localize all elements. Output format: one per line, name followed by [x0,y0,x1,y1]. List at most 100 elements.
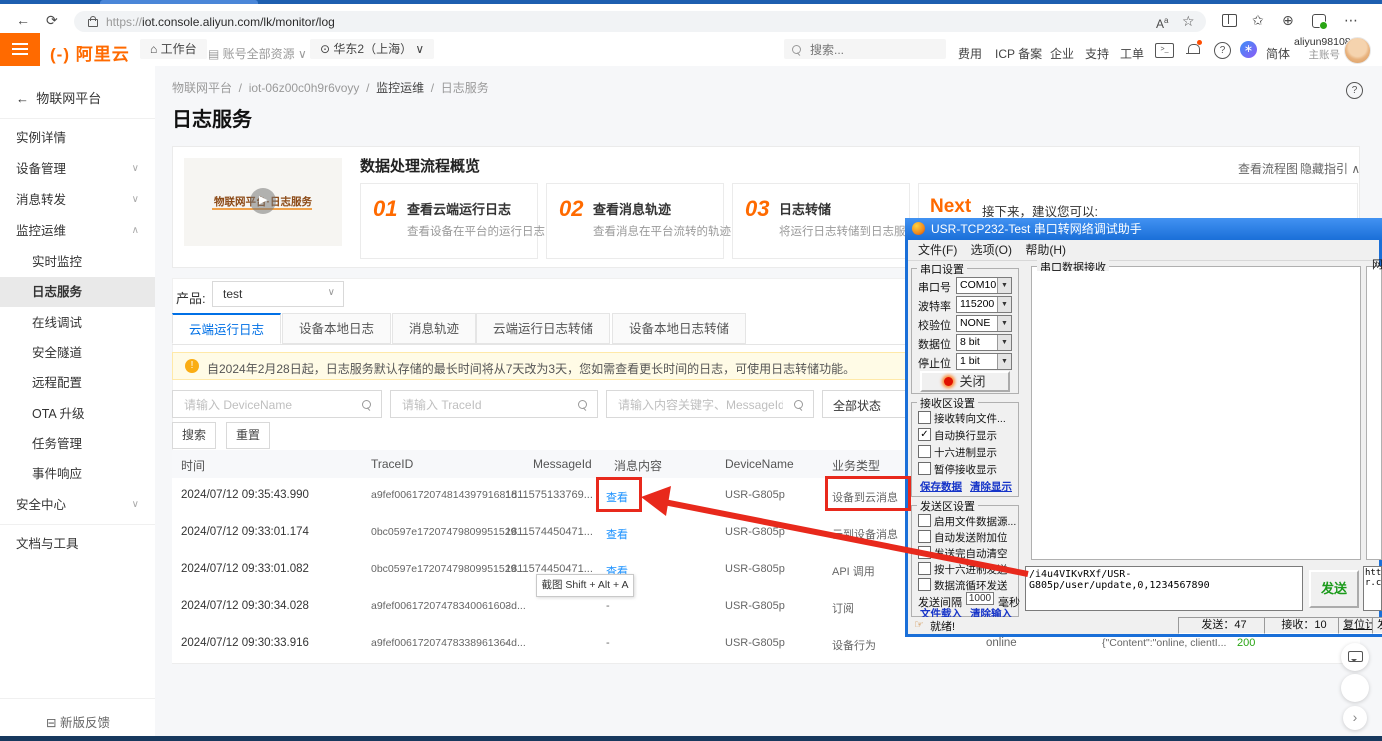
browser-menu-icon[interactable]: ⋯ [1344,12,1358,28]
sidebar-item-ota[interactable]: OTA 升级 [0,399,155,429]
avatar[interactable] [1344,37,1371,64]
sidebar-item-msg-forward[interactable]: 消息转发∨ [0,185,155,215]
sidebar-item-instance[interactable]: 实例详情 [0,123,155,153]
stop-bits-select[interactable]: 1 bit▼ [956,353,1012,370]
trace-id-input[interactable] [400,397,554,413]
read-aloud-icon[interactable]: Aa [1156,13,1168,32]
baud-rate-select[interactable]: 115200▼ [956,296,1012,313]
sidebar-back[interactable]: ← 物联网平台 [0,84,155,114]
checkbox[interactable] [918,411,931,424]
send-input[interactable]: /i4u4VIKvRXf/USR-G805p/user/update,0,123… [1025,566,1303,611]
com-port-select[interactable]: COM10▼ [956,277,1012,294]
ai-assistant-button[interactable]: ∗ [1341,674,1369,702]
checkbox[interactable] [918,578,931,591]
keyword-input[interactable] [616,397,785,413]
sidebar-item-docs-tools[interactable]: 文档与工具 [0,529,155,559]
trace-id-filter[interactable] [390,390,598,418]
search-icon[interactable] [362,400,371,409]
search-icon[interactable] [794,400,803,409]
serial-close-button[interactable]: 关闭 [920,371,1010,392]
sidebar-item-realtime-monitor[interactable]: 实时监控 [0,247,155,277]
guide-step-3[interactable]: 03 日志转储 将运行日志转储到日志服务中 [732,183,910,259]
back-icon[interactable]: ← [16,12,30,28]
language-selector[interactable]: 简体 [1266,45,1290,62]
parity-select[interactable]: NONE▼ [956,315,1012,332]
tab-cloud-log[interactable]: 云端运行日志 [172,313,281,344]
serial-receive-textarea[interactable] [1034,271,1358,557]
product-select[interactable]: test ∨ [212,281,344,307]
region-selector[interactable]: ⊙ 华东2（上海） ∨ [310,39,434,59]
search-icon[interactable] [578,400,587,409]
split-screen-icon[interactable] [1222,14,1237,27]
page-help-icon[interactable]: ? [1346,82,1363,99]
usr-menu-help[interactable]: 帮助(H) [1025,243,1066,257]
checkbox[interactable] [918,562,931,575]
console-search[interactable] [784,39,946,59]
usr-menu-options[interactable]: 选项(O) [971,243,1012,257]
expand-chevron-button[interactable]: › [1343,706,1367,730]
console-search-input[interactable] [808,42,932,58]
flow-chart-link[interactable]: 查看流程图 [1238,160,1298,177]
browser-essentials-icon[interactable] [1312,14,1326,28]
usr-window-titlebar[interactable]: USR-TCP232-Test 串口转网络调试助手 [905,218,1382,240]
menu-icp[interactable]: ICP 备案 [995,45,1042,62]
checkbox[interactable] [918,445,931,458]
guide-step-1[interactable]: 01 查看云端运行日志 查看设备在平台的运行日志 [360,183,538,259]
tab-message-trace[interactable]: 消息轨迹 [392,313,476,344]
sidebar-item-monitor-ops[interactable]: 监控运维∧ [0,216,155,246]
search-button[interactable]: 搜索 [172,422,216,449]
sidebar-item-task-mgmt[interactable]: 任务管理 [0,429,155,459]
checkbox[interactable] [918,530,931,543]
feedback-chat-button[interactable] [1341,643,1369,671]
breadcrumb[interactable]: 物联网平台 / iot-06z00c0h9r6voyy / 监控运维 / 日志服… [172,79,489,96]
checkbox[interactable] [918,428,931,441]
address-bar[interactable]: https://iot.console.aliyun.com/lk/monito… [74,11,1206,32]
tab-device-local-log-dump[interactable]: 设备本地日志转储 [612,313,746,344]
sidebar-item-online-debug[interactable]: 在线调试 [0,308,155,338]
clear-display-link[interactable]: 清除显示 [970,479,1012,494]
checkbox[interactable] [918,462,931,475]
products-menu-icon[interactable] [0,33,40,66]
save-data-link[interactable]: 保存数据 [920,479,962,494]
interval-input[interactable]: 1000 [966,592,994,605]
data-bits-select[interactable]: 8 bit▼ [956,334,1012,351]
menu-support[interactable]: 支持 [1085,45,1109,62]
video-thumbnail[interactable]: 物联网平台·日志服务 ▶ [184,158,342,246]
keyword-filter[interactable] [606,390,814,418]
view-link[interactable]: 查看 [606,526,628,542]
favorites-bar-icon[interactable]: ✩ [1252,12,1264,28]
extensions-icon[interactable]: ⊕ [1282,12,1294,28]
ai-assistant-icon[interactable]: ∗ [1240,41,1257,58]
help-icon[interactable]: ? [1214,42,1231,59]
sidebar-item-log-service[interactable]: 日志服务 [0,277,155,307]
favorite-star-icon[interactable]: ☆ [1182,13,1195,29]
guide-step-2[interactable]: 02 查看消息轨迹 查看消息在平台流转的轨迹 [546,183,724,259]
sidebar-item-remote-config[interactable]: 远程配置 [0,368,155,398]
lock-icon[interactable] [88,19,98,27]
play-icon[interactable]: ▶ [250,188,276,214]
aliyun-logo[interactable]: (-) 阿里云 [50,40,130,65]
menu-enterprise[interactable]: 企业 [1050,45,1074,62]
device-name-input[interactable] [182,397,336,413]
menu-tickets[interactable]: 工单 [1120,45,1144,62]
sidebar-item-device-mgmt[interactable]: 设备管理∨ [0,154,155,184]
refresh-icon[interactable]: ⟳ [46,12,58,28]
workbench-button[interactable]: ⌂ 工作台 [140,39,207,59]
cloudshell-icon[interactable]: >_ [1155,43,1174,58]
send-button[interactable]: 发送 [1309,570,1359,608]
checkbox[interactable] [918,514,931,527]
sidebar-item-event-response[interactable]: 事件响应 [0,459,155,489]
account-info[interactable]: aliyun98108... 主账号 [1294,36,1340,62]
tab-cloud-log-dump[interactable]: 云端运行日志转储 [476,313,610,344]
sidebar-item-secure-tunnel[interactable]: 安全隧道 [0,338,155,368]
hide-guide-link[interactable]: 隐藏指引 ∧ [1300,160,1360,177]
checkbox[interactable] [918,546,931,559]
menu-billing[interactable]: 费用 [958,45,982,62]
tab-device-local-log[interactable]: 设备本地日志 [282,313,391,344]
usr-menu-file[interactable]: 文件(F) [918,243,957,257]
resources-dropdown[interactable]: ▤ 账号全部资源 ∨ [208,45,307,62]
notifications-bell-icon[interactable] [1188,44,1200,54]
reset-button[interactable]: 重置 [226,422,270,449]
sidebar-item-security-center[interactable]: 安全中心∨ [0,490,155,520]
device-name-filter[interactable] [172,390,382,418]
